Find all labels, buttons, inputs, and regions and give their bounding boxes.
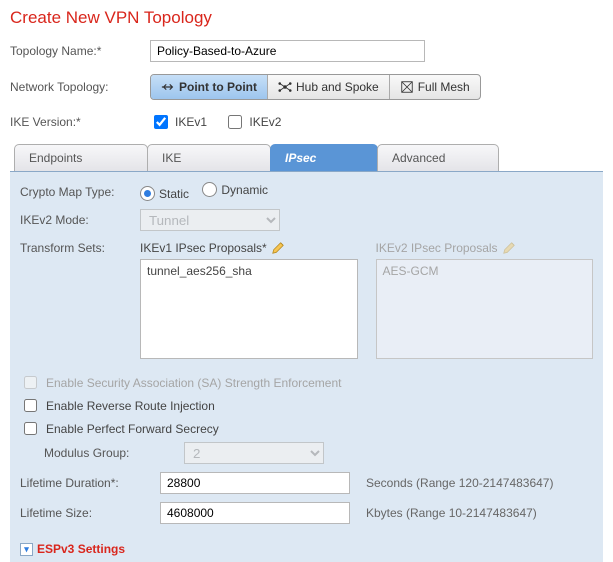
label-transform-sets: Transform Sets:	[20, 241, 140, 255]
segment-hub-and-spoke[interactable]: Hub and Spoke	[268, 75, 390, 99]
label-crypto-map-type: Crypto Map Type:	[20, 185, 140, 199]
segment-ptp-label: Point to Point	[179, 80, 257, 94]
checkbox-ikev2-input[interactable]	[228, 115, 242, 129]
page-title: Create New VPN Topology	[10, 8, 603, 28]
label-pfs: Enable Perfect Forward Secrecy	[46, 422, 219, 436]
label-lifetime-duration: Lifetime Duration*:	[20, 476, 160, 490]
select-modulus-group: 2	[184, 442, 324, 464]
checkbox-pfs[interactable]	[24, 422, 37, 435]
checkbox-ikev2[interactable]: IKEv2	[224, 112, 281, 132]
tab-endpoints[interactable]: Endpoints	[14, 144, 148, 171]
select-ikev2-mode: Tunnel	[140, 209, 280, 231]
ikev2-proposals-list: AES-GCM	[376, 259, 594, 359]
checkbox-rri[interactable]	[24, 399, 37, 412]
segment-point-to-point[interactable]: Point to Point	[151, 75, 268, 99]
lifetime-size-unit: Kbytes (Range 10-2147483647)	[366, 506, 537, 520]
label-ikev2-mode: IKEv2 Mode:	[20, 213, 140, 227]
segment-full-mesh[interactable]: Full Mesh	[390, 75, 480, 99]
ikev2-proposal-item: AES-GCM	[383, 264, 587, 278]
radio-dynamic-label: Dynamic	[221, 183, 268, 197]
ikev1-proposals-list[interactable]: tunnel_aes256_sha	[140, 259, 358, 359]
label-sa-enforce: Enable Security Association (SA) Strengt…	[46, 376, 341, 390]
checkbox-sa-enforce	[24, 376, 37, 389]
segment-hub-label: Hub and Spoke	[296, 80, 379, 94]
radio-static[interactable]: Static	[140, 186, 189, 201]
ikev1-proposals-label: IKEv1 IPsec Proposals*	[140, 241, 267, 255]
ipsec-panel: Crypto Map Type: Static Dynamic IKEv2 Mo…	[10, 171, 603, 562]
label-rri: Enable Reverse Route Injection	[46, 399, 215, 413]
lifetime-size-input[interactable]	[160, 502, 350, 524]
checkbox-ikev1-label: IKEv1	[175, 115, 207, 129]
checkbox-ikev1-input[interactable]	[154, 115, 168, 129]
label-lifetime-size: Lifetime Size:	[20, 506, 160, 520]
espv3-settings-toggle[interactable]: ▾ ESPv3 Settings	[20, 542, 125, 556]
radio-static-label: Static	[159, 187, 189, 201]
tab-advanced[interactable]: Advanced	[377, 144, 499, 171]
label-ike-version: IKE Version:*	[10, 115, 150, 129]
full-mesh-icon	[400, 80, 414, 94]
label-topology-name: Topology Name:*	[10, 44, 150, 58]
pencil-icon	[502, 241, 516, 255]
point-to-point-icon	[161, 80, 175, 94]
lifetime-duration-unit: Seconds (Range 120-2147483647)	[366, 476, 553, 490]
topology-name-input[interactable]	[150, 40, 425, 62]
tabs: Endpoints IKE IPsec Advanced	[10, 144, 603, 171]
label-modulus-group: Modulus Group:	[20, 446, 184, 460]
espv3-settings-label: ESPv3 Settings	[37, 542, 125, 556]
radio-dynamic[interactable]: Dynamic	[202, 182, 268, 197]
network-topology-group: Point to Point Hub and Spoke Full Mesh	[150, 74, 481, 100]
checkbox-ikev2-label: IKEv2	[249, 115, 281, 129]
segment-full-label: Full Mesh	[418, 80, 470, 94]
tab-ike[interactable]: IKE	[147, 144, 271, 171]
ikev2-proposals-label: IKEv2 IPsec Proposals	[376, 241, 498, 255]
radio-dynamic-dot	[202, 182, 217, 197]
radio-static-dot	[140, 186, 155, 201]
label-network-topology: Network Topology:	[10, 80, 150, 94]
chevron-down-icon: ▾	[20, 543, 33, 556]
lifetime-duration-input[interactable]	[160, 472, 350, 494]
hub-and-spoke-icon	[278, 80, 292, 94]
checkbox-ikev1[interactable]: IKEv1	[150, 112, 207, 132]
tab-ipsec[interactable]: IPsec	[270, 144, 378, 171]
pencil-icon[interactable]	[271, 241, 285, 255]
ikev1-proposal-item[interactable]: tunnel_aes256_sha	[147, 264, 351, 278]
